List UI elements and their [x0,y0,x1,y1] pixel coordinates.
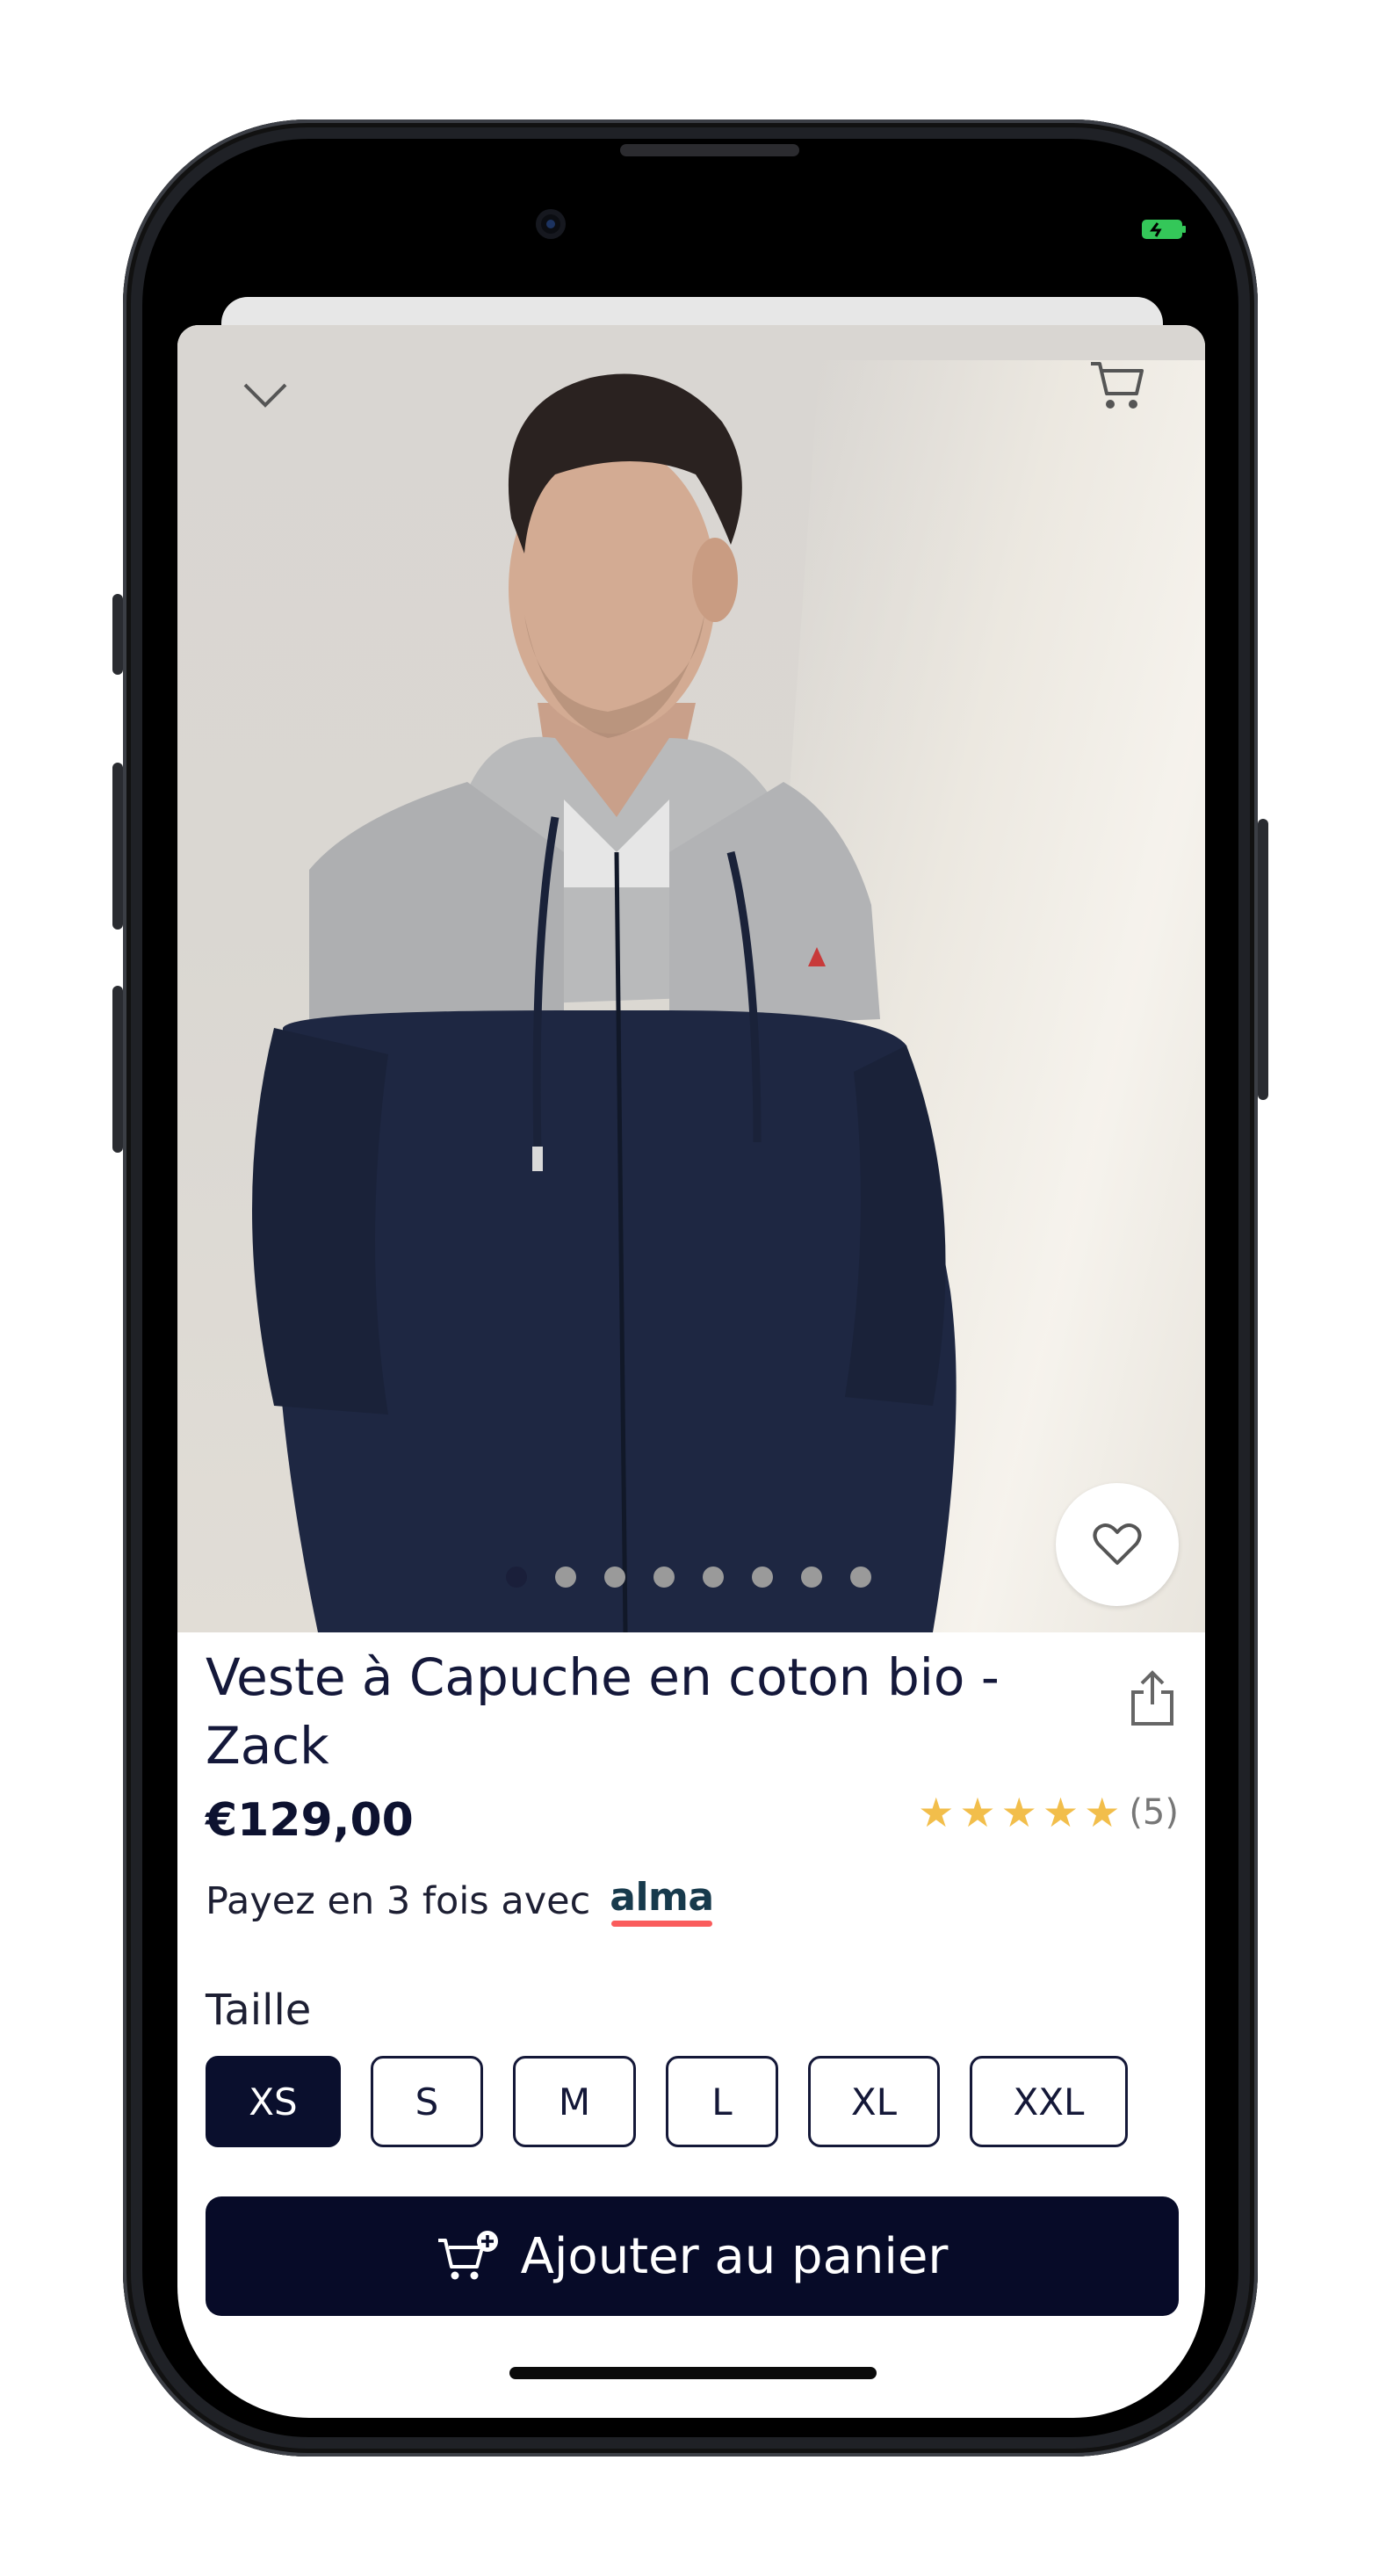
gallery-dot[interactable] [604,1567,625,1588]
volume-down-button [112,986,123,1153]
phone-frame: Veste à Capuche en coton bio - Zack €129… [112,119,1268,2457]
product-rating[interactable]: ★ ★ ★ ★ ★ (5) [918,1792,1179,1833]
star-icon: ★ [1000,1789,1037,1836]
size-selector: XS S M L XL XXL [206,2056,1128,2147]
model-photo [252,373,957,1632]
installment-text: Payez en 3 fois avec [206,1878,591,1923]
gallery-dot[interactable] [506,1567,527,1588]
alma-logo: alma [610,1875,714,1927]
heart-icon [1093,1523,1142,1565]
star-icon: ★ [959,1789,996,1836]
gallery-dot[interactable] [653,1567,675,1588]
battery-icon [1142,220,1186,239]
size-option-m[interactable]: M [513,2056,636,2147]
cart-plus-icon [437,2231,498,2280]
home-indicator[interactable] [509,2367,877,2379]
size-label: Taille [206,1986,312,2035]
gallery-dot[interactable] [703,1567,724,1588]
gallery-dot[interactable] [752,1567,773,1588]
installment-info[interactable]: Payez en 3 fois avec alma [206,1875,714,1927]
gallery-pagination [506,1567,871,1588]
rating-count: (5) [1129,1792,1179,1833]
gallery-dot[interactable] [801,1567,822,1588]
power-button [1258,819,1268,1100]
star-icon: ★ [918,1789,955,1836]
favorite-button[interactable] [1056,1483,1179,1606]
product-title: Veste à Capuche en coton bio - Zack [206,1647,1000,1776]
silent-switch [112,594,123,675]
gallery-dot[interactable] [850,1567,871,1588]
size-option-xs[interactable]: XS [206,2056,341,2147]
volume-up-button [112,763,123,930]
size-option-l[interactable]: L [666,2056,778,2147]
chevron-down-icon[interactable] [230,360,300,431]
phone-bezel: Veste à Capuche en coton bio - Zack €129… [142,139,1238,2437]
front-camera [536,209,566,239]
size-option-s[interactable]: S [371,2056,483,2147]
size-option-xl[interactable]: XL [808,2056,940,2147]
share-icon[interactable] [1128,1669,1180,1731]
product-sheet: Veste à Capuche en coton bio - Zack €129… [177,325,1205,2418]
product-price: €129,00 [206,1794,414,1847]
size-option-xxl[interactable]: XXL [970,2056,1128,2147]
star-icon: ★ [1084,1789,1121,1836]
add-to-cart-label: Ajouter au panier [520,2227,949,2285]
star-icon: ★ [1042,1789,1079,1836]
gallery-dot[interactable] [555,1567,576,1588]
product-image[interactable] [177,325,1205,1632]
add-to-cart-button[interactable]: Ajouter au panier [206,2196,1179,2316]
earpiece-speaker [620,144,799,156]
cart-icon[interactable] [1082,351,1152,422]
